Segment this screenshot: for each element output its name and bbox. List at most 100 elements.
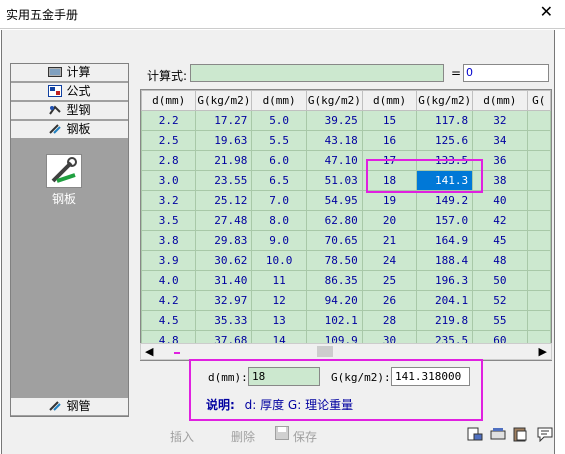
- table-cell[interactable]: [526, 210, 551, 231]
- table-cell[interactable]: 12: [251, 290, 307, 311]
- table-cell[interactable]: [526, 150, 551, 171]
- table-cell[interactable]: 219.8: [416, 310, 474, 331]
- table-cell[interactable]: 4.2: [141, 290, 197, 311]
- table-cell[interactable]: 102.1: [305, 310, 363, 331]
- table-cell[interactable]: 7.0: [251, 190, 307, 211]
- table-cell[interactable]: [526, 290, 551, 311]
- comment-icon[interactable]: [537, 426, 553, 443]
- table-cell[interactable]: 34: [472, 130, 528, 151]
- nav-item-steel-plate[interactable]: 钢板: [11, 121, 128, 139]
- table-cell[interactable]: 196.3: [416, 270, 474, 291]
- table-cell[interactable]: 15: [361, 110, 418, 131]
- table-cell[interactable]: 11: [251, 270, 307, 291]
- table-cell[interactable]: 2.5: [141, 130, 197, 151]
- clipboard-icon[interactable]: [512, 426, 528, 442]
- formula-input[interactable]: [190, 64, 444, 82]
- table-cell[interactable]: 42: [472, 210, 528, 231]
- table-cell[interactable]: 43.18: [305, 130, 363, 151]
- table-cell[interactable]: 4.0: [141, 270, 197, 291]
- scroll-left-icon[interactable]: ◀: [145, 344, 153, 359]
- table-cell[interactable]: 45: [472, 230, 528, 251]
- table-cell[interactable]: 20: [361, 210, 418, 231]
- table-cell[interactable]: 25.12: [195, 190, 253, 211]
- table-cell[interactable]: 5.0: [251, 110, 307, 131]
- table-cell[interactable]: 51.03: [305, 170, 363, 191]
- table-cell[interactable]: 78.50: [305, 250, 363, 271]
- table-cell[interactable]: 10.0: [251, 250, 307, 271]
- table-cell[interactable]: 50: [472, 270, 528, 291]
- close-icon[interactable]: ✕: [540, 4, 553, 20]
- table-cell[interactable]: 3.2: [141, 190, 197, 211]
- table-cell[interactable]: 86.35: [305, 270, 363, 291]
- table-cell[interactable]: 3.8: [141, 230, 197, 251]
- table-cell[interactable]: 164.9: [416, 230, 474, 251]
- table-cell[interactable]: [526, 190, 551, 211]
- scroll-right-icon[interactable]: ▶: [539, 344, 547, 359]
- table-cell[interactable]: [526, 230, 551, 251]
- table-cell[interactable]: 19.63: [195, 130, 253, 151]
- table-cell[interactable]: 40: [472, 190, 528, 211]
- delete-button[interactable]: 删除: [231, 428, 255, 445]
- nav-item-calc[interactable]: 计算: [11, 64, 128, 82]
- table-cell[interactable]: 3.0: [141, 170, 197, 191]
- table-cell[interactable]: 29.83: [195, 230, 253, 251]
- print-preview-icon[interactable]: [467, 426, 483, 442]
- table-cell[interactable]: 6.5: [251, 170, 307, 191]
- save-button[interactable]: 保存: [293, 428, 317, 445]
- table-cell[interactable]: 23.55: [195, 170, 253, 191]
- horizontal-scrollbar[interactable]: ◀ ▶: [140, 343, 552, 360]
- table-cell[interactable]: 35.33: [195, 310, 253, 331]
- table-cell[interactable]: 117.8: [416, 110, 474, 131]
- table-cell[interactable]: [526, 130, 551, 151]
- table-cell[interactable]: 19: [361, 190, 418, 211]
- table-cell[interactable]: 9.0: [251, 230, 307, 251]
- table-cell[interactable]: 2.8: [141, 150, 197, 171]
- table-cell[interactable]: 39.25: [305, 110, 363, 131]
- nav-item-formula[interactable]: 公式: [11, 83, 128, 101]
- table-cell[interactable]: 2.2: [141, 110, 197, 131]
- table-cell[interactable]: 6.0: [251, 150, 307, 171]
- table-cell[interactable]: 204.1: [416, 290, 474, 311]
- keyboard-icon[interactable]: [490, 426, 506, 442]
- table-cell[interactable]: 31.40: [195, 270, 253, 291]
- table-cell[interactable]: 26: [361, 290, 418, 311]
- table-cell[interactable]: 55: [472, 310, 528, 331]
- wrench-plate-icon[interactable]: [46, 154, 82, 188]
- table-cell[interactable]: 27.48: [195, 210, 253, 231]
- table-cell[interactable]: 28: [361, 310, 418, 331]
- table-cell[interactable]: 24: [361, 250, 418, 271]
- table-cell[interactable]: 149.2: [416, 190, 474, 211]
- table-cell[interactable]: [526, 170, 551, 191]
- table-cell[interactable]: 25: [361, 270, 418, 291]
- table-cell[interactable]: 54.95: [305, 190, 363, 211]
- table-cell[interactable]: 125.6: [416, 130, 474, 151]
- table-cell[interactable]: 47.10: [305, 150, 363, 171]
- weight-output[interactable]: 141.318000: [391, 367, 470, 386]
- table-cell[interactable]: 21: [361, 230, 418, 251]
- nav-item-steel-pipe[interactable]: 钢管: [11, 398, 128, 416]
- formula-result-field[interactable]: 0: [463, 64, 549, 82]
- table-cell[interactable]: [526, 110, 551, 131]
- table-cell[interactable]: 3.5: [141, 210, 197, 231]
- scroll-thumb[interactable]: [317, 346, 333, 357]
- table-cell[interactable]: 8.0: [251, 210, 307, 231]
- table-cell[interactable]: 32: [472, 110, 528, 131]
- table-cell[interactable]: 5.5: [251, 130, 307, 151]
- table-cell[interactable]: 70.65: [305, 230, 363, 251]
- table-cell[interactable]: 188.4: [416, 250, 474, 271]
- table-cell[interactable]: [526, 310, 551, 331]
- table-cell[interactable]: 13: [251, 310, 307, 331]
- table-cell[interactable]: 52: [472, 290, 528, 311]
- table-cell[interactable]: [526, 270, 551, 291]
- insert-button[interactable]: 插入: [170, 428, 194, 445]
- table-cell[interactable]: 16: [361, 130, 418, 151]
- nav-item-profile-steel[interactable]: 型钢: [11, 102, 128, 120]
- table-cell[interactable]: 17.27: [195, 110, 253, 131]
- table-cell[interactable]: 21.98: [195, 150, 253, 171]
- table-cell[interactable]: 4.5: [141, 310, 197, 331]
- table-cell[interactable]: 32.97: [195, 290, 253, 311]
- table-cell[interactable]: 62.80: [305, 210, 363, 231]
- table-cell[interactable]: 157.0: [416, 210, 474, 231]
- table-cell[interactable]: [526, 250, 551, 271]
- thickness-input[interactable]: 18: [248, 367, 320, 386]
